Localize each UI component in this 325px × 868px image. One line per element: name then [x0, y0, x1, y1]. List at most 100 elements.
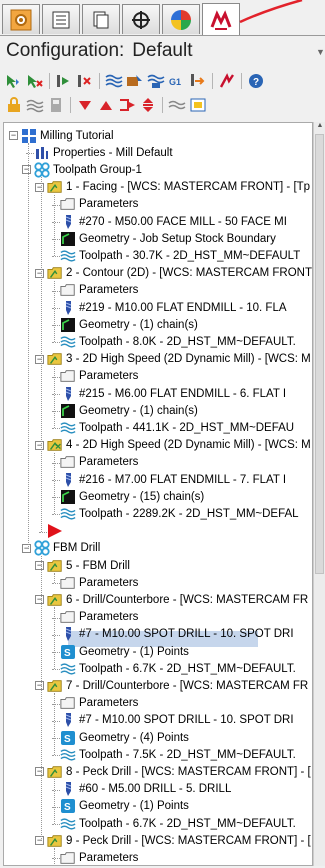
toolpath-row[interactable]: Toolpath - 7.5K - 2D_HST_MM~DEFAULT.	[60, 746, 312, 763]
toolpath-icon	[60, 747, 76, 763]
tool-row[interactable]: #7 - M10.00 SPOT DRILL - 10. SPOT DRI	[60, 626, 312, 643]
tree-row-label: #215 - M6.00 FLAT ENDMILL - 6. FLAT I	[79, 387, 287, 400]
tree-row-label: Toolpath - 2289.2K - 2D_HST_MM~DEFAL	[79, 507, 299, 520]
post-selected-button[interactable]	[188, 71, 208, 91]
tool-row[interactable]: #270 - M50.00 FACE MILL - 50 FACE MI	[60, 213, 312, 230]
machine-group-row[interactable]: Milling Tutorial	[21, 127, 312, 144]
highspeed-button[interactable]	[217, 71, 237, 91]
operation-row[interactable]: 3 - 2D High Speed (2D Dynamic Mill) - [W…	[47, 351, 312, 368]
deselect-all-button[interactable]	[25, 71, 45, 91]
move-insert-arrow-button[interactable]	[138, 95, 158, 115]
tree-row-label: FBM Drill	[53, 542, 101, 555]
scroll-up-icon[interactable]: ▲	[315, 122, 325, 132]
operation-row[interactable]: 5 - FBM Drill	[47, 557, 312, 574]
toolpath-row[interactable]: Toolpath - 441.1K - 2D_HST_MM~DEFAU	[60, 419, 312, 436]
expand-collapse-toggle[interactable]: −	[35, 354, 44, 364]
expand-collapse-toggle[interactable]: −	[35, 681, 44, 691]
expand-collapse-toggle[interactable]: −	[35, 268, 44, 278]
regenerate-selected-button[interactable]	[54, 71, 74, 91]
scroll-to-arrow-button[interactable]	[167, 95, 187, 115]
geometry-row[interactable]: Geometry - (1) chain(s)	[60, 402, 312, 419]
toolpath-group-row[interactable]: Toolpath Group-1	[34, 161, 312, 178]
properties-row[interactable]: Properties - Mill Default	[34, 144, 312, 161]
operation-row[interactable]: 1 - Facing - [WCS: MASTERCAM FRONT] - [T…	[47, 179, 312, 196]
expand-collapse-toggle[interactable]: −	[22, 165, 31, 175]
insert-arrow-row[interactable]	[47, 523, 312, 540]
tool-row[interactable]: #215 - M6.00 FLAT ENDMILL - 6. FLAT I	[60, 385, 312, 402]
tree-connector	[54, 573, 55, 584]
expand-collapse-toggle[interactable]: −	[35, 595, 44, 605]
tree-row-label: 1 - Facing - [WCS: MASTERCAM FRONT] - [T…	[66, 181, 311, 194]
expand-collapse-toggle[interactable]: −	[22, 543, 31, 553]
toolpath-row[interactable]: Toolpath - 6.7K - 2D_HST_MM~DEFAULT.	[60, 660, 312, 677]
expand-collapse-toggle[interactable]: −	[9, 131, 18, 140]
tool-row[interactable]: #216 - M7.00 FLAT ENDMILL - 7. FLAT I	[60, 471, 312, 488]
art-tab[interactable]	[162, 4, 200, 34]
select-all-operations-button[interactable]	[4, 71, 24, 91]
list-tab[interactable]	[42, 4, 80, 34]
planes-tab[interactable]	[122, 4, 160, 34]
geometry-points-icon: S	[60, 644, 76, 660]
lock-icon	[8, 97, 20, 112]
expand-collapse-toggle[interactable]: −	[35, 561, 44, 570]
toolpath-row[interactable]: Toolpath - 30.7K - 2D_HST_MM~DEFAULT	[60, 247, 312, 264]
parameters-row[interactable]: Parameters	[60, 196, 312, 213]
levels-tab[interactable]	[82, 4, 120, 34]
expand-collapse-toggle[interactable]: −	[35, 836, 44, 846]
verify-button[interactable]	[125, 71, 145, 91]
expand-collapse-toggle[interactable]: −	[35, 767, 44, 777]
toolpath-group-row[interactable]: FBM Drill	[34, 540, 312, 557]
scrollbar-thumb[interactable]	[315, 134, 324, 574]
backplot-button[interactable]	[104, 71, 124, 91]
expand-collapse-toggle[interactable]: −	[35, 440, 44, 450]
geometry-row[interactable]: S Geometry - (1) Points	[60, 798, 312, 815]
help-button[interactable]: ?	[246, 71, 266, 91]
move-down-button[interactable]	[75, 95, 95, 115]
operation-row[interactable]: 4 - 2D High Speed (2D Dynamic Mill) - [W…	[47, 437, 312, 454]
parameters-row[interactable]: Parameters	[60, 454, 312, 471]
tool-row[interactable]: #219 - M10.00 FLAT ENDMILL - 10. FLA	[60, 299, 312, 316]
operation-row[interactable]: 9 - Peck Drill - [WCS: MASTERCAM FRONT] …	[47, 832, 312, 849]
geometry-row[interactable]: S Geometry - (1) Points	[60, 643, 312, 660]
parameters-row[interactable]: Parameters	[60, 282, 312, 299]
operation-row[interactable]: 6 - Drill/Counterbore - [WCS: MASTERCAM …	[47, 591, 312, 608]
parameters-row[interactable]: Parameters	[60, 849, 312, 865]
tree-connector	[52, 514, 60, 516]
mastercam-tab[interactable]	[202, 3, 240, 35]
geometry-row[interactable]: Geometry - Job Setup Stock Boundary	[60, 230, 312, 247]
tree-scrollbar[interactable]: ▲	[313, 122, 325, 866]
toggle-post-button[interactable]	[46, 95, 66, 115]
parameters-row[interactable]: Parameters	[60, 609, 312, 626]
parameters-row[interactable]: Parameters	[60, 574, 312, 591]
toolpath-row[interactable]: Toolpath - 2289.2K - 2D_HST_MM~DEFAL	[60, 505, 312, 522]
operation-row[interactable]: 8 - Peck Drill - [WCS: MASTERCAM FRONT] …	[47, 763, 312, 780]
toolpaths-tab[interactable]	[2, 4, 40, 34]
expand-collapse-toggle[interactable]: −	[35, 182, 44, 192]
lock-button[interactable]	[4, 95, 24, 115]
simulate-button[interactable]	[146, 71, 166, 91]
parameters-row[interactable]: Parameters	[60, 695, 312, 712]
tool-row[interactable]: #7 - M10.00 SPOT DRILL - 10. SPOT DRI	[60, 712, 312, 729]
arrow-up-icon	[100, 101, 112, 110]
operation-row[interactable]: 2 - Contour (2D) - [WCS: MASTERCAM FRONT	[47, 265, 312, 282]
toolpath-tree[interactable]: Milling Tutorial − Properties - Mill Defau…	[3, 122, 313, 866]
geometry-row[interactable]: Geometry - (15) chain(s)	[60, 488, 312, 505]
insert-after-button[interactable]	[117, 95, 137, 115]
geometry-row[interactable]: S Geometry - (4) Points	[60, 729, 312, 746]
operation-row[interactable]: 7 - Drill/Counterbore - [WCS: MASTERCAM …	[47, 677, 312, 694]
tool-row[interactable]: #60 - M5.00 DRILL - 5. DRILL	[60, 781, 312, 798]
regenerate-dirty-button[interactable]	[75, 71, 95, 91]
toolpath-row[interactable]: Toolpath - 6.7K - 2D_HST_MM~DEFAULT.	[60, 815, 312, 832]
help-icon: ?	[249, 74, 263, 88]
post-g1-button[interactable]: G1	[167, 71, 187, 91]
geometry-row[interactable]: Geometry - (1) chain(s)	[60, 316, 312, 333]
parameters-row[interactable]: Parameters	[60, 368, 312, 385]
configuration-value[interactable]: Default	[132, 40, 192, 61]
tree-row-label: #60 - M5.00 DRILL - 5. DRILL	[79, 783, 232, 796]
configuration-dropdown-icon[interactable]: ▼	[316, 47, 325, 57]
toolpath-row[interactable]: Toolpath - 8.0K - 2D_HST_MM~DEFAULT.	[60, 333, 312, 350]
single-view-button[interactable]	[188, 95, 208, 115]
move-up-button[interactable]	[96, 95, 116, 115]
tree-row-label: #7 - M10.00 SPOT DRILL - 10. SPOT DRI	[79, 714, 294, 727]
toggle-display-button[interactable]	[25, 95, 45, 115]
